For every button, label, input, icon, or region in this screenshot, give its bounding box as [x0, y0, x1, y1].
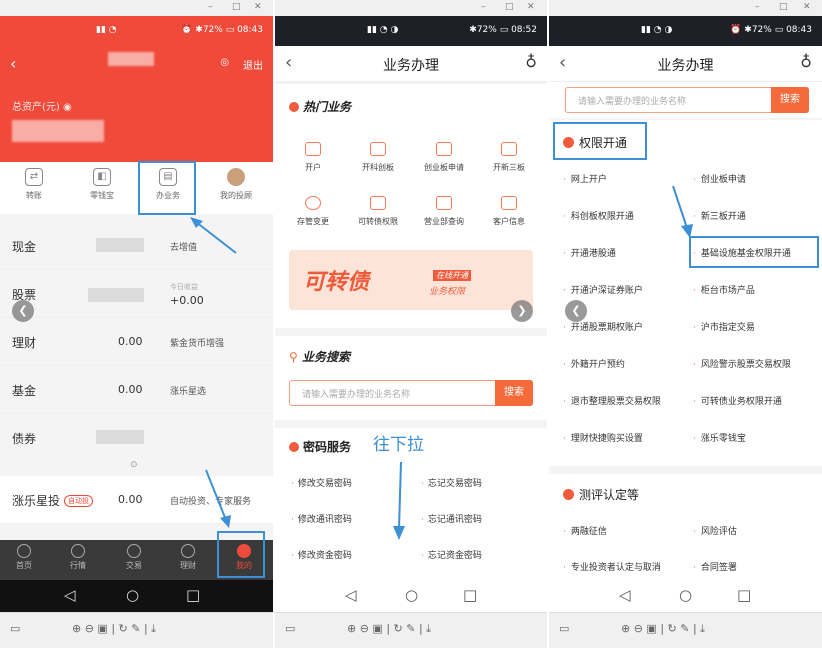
screenshot-collage: – □ ✕ ▮▮ ◔ ⏰ ✱72% ▭ 08:43 ‹ ◎ 退出 总资产(元) …	[0, 0, 822, 648]
annotation-arrow-down	[393, 461, 405, 540]
annotation-arrows	[190, 217, 237, 528]
panel-account: – □ ✕ ▮▮ ◔ ⏰ ✱72% ▭ 08:43 ‹ ◎ 退出 总资产(元) …	[0, 0, 273, 648]
panel-permissions: – □ ✕ ▮▮ ◔ ◑ ⏰ ✱72% ▭ 08:43 ‹ 业务办理 ♁ 请输入…	[549, 0, 822, 648]
panel-business-hub: – □ ✕ ▮▮ ◔ ◑ ✱72% ▭ 08:52 ‹ 业务办理 ♁ 热门业务 …	[275, 0, 547, 648]
annotation-arrow	[672, 185, 693, 238]
